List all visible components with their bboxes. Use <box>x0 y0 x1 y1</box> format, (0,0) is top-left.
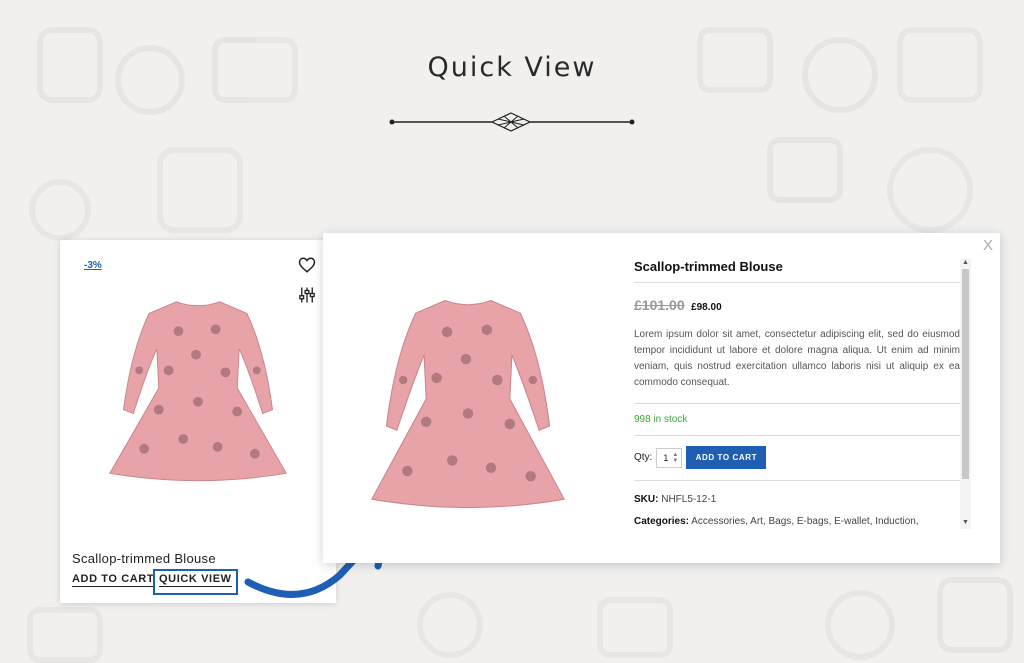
scroll-thumb[interactable] <box>962 269 969 479</box>
heart-icon[interactable] <box>298 256 316 274</box>
quantity-stepper[interactable]: 1 ▲ ▼ <box>656 447 683 468</box>
qty-label: Qty: <box>634 452 653 463</box>
stock-status: 998 in stock <box>634 404 960 436</box>
sku-label: SKU: <box>634 494 659 505</box>
product-title[interactable]: Scallop-trimmed Blouse <box>72 551 216 566</box>
categories-row: Categories: Accessories, Art, Bags, E-ba… <box>634 516 919 527</box>
add-to-cart-link[interactable]: ADD TO CART <box>72 573 155 587</box>
old-price: £101.00 <box>634 297 685 313</box>
product-meta: SKU: NHFL5-12-1 Categories: Accessories,… <box>634 493 960 529</box>
add-to-cart-button[interactable]: ADD TO CART <box>686 446 767 469</box>
quick-view-link[interactable]: QUICK VIEW <box>159 573 232 587</box>
category-link[interactable]: Induction <box>875 516 916 527</box>
categories-label: Categories: <box>634 516 690 527</box>
close-icon[interactable]: X <box>983 237 993 254</box>
sku-row: SKU: NHFL5-12-1 <box>634 493 960 507</box>
product-details: Scallop-trimmed Blouse £101.00 £98.00 Lo… <box>634 259 960 529</box>
scroll-down-icon[interactable]: ▼ <box>960 519 971 529</box>
divider-ornament-icon <box>389 112 635 132</box>
page-heading: Quick View <box>427 52 597 83</box>
price-row: £101.00 £98.00 <box>634 297 960 317</box>
scroll-up-icon[interactable]: ▲ <box>960 259 971 269</box>
discount-badge: -3% <box>84 260 102 271</box>
qty-value: 1 <box>663 452 669 463</box>
modal-product-image <box>371 299 565 509</box>
category-link[interactable]: E-bags <box>797 516 829 527</box>
compare-icon[interactable] <box>298 286 316 304</box>
modal-product-title: Scallop-trimmed Blouse <box>634 259 960 283</box>
details-scrollbar[interactable]: ▲ ▼ <box>960 259 971 529</box>
product-description: Lorem ipsum dolor sit amet, consectetur … <box>634 327 960 404</box>
stepper-arrows-icon[interactable]: ▲ ▼ <box>672 452 678 464</box>
quantity-row: Qty: 1 ▲ ▼ ADD TO CART <box>634 436 960 481</box>
quick-view-modal: X Scallop-trimmed Blouse £101.00 £98.00 … <box>323 233 1000 563</box>
new-price: £98.00 <box>691 302 722 313</box>
sku-value: NHFL5-12-1 <box>661 494 717 505</box>
category-link[interactable]: Bags <box>769 516 792 527</box>
category-link[interactable]: E-wallet <box>834 516 870 527</box>
category-link[interactable]: Accessories <box>691 516 745 527</box>
product-image[interactable] <box>100 292 296 488</box>
category-link[interactable]: Art <box>750 516 763 527</box>
